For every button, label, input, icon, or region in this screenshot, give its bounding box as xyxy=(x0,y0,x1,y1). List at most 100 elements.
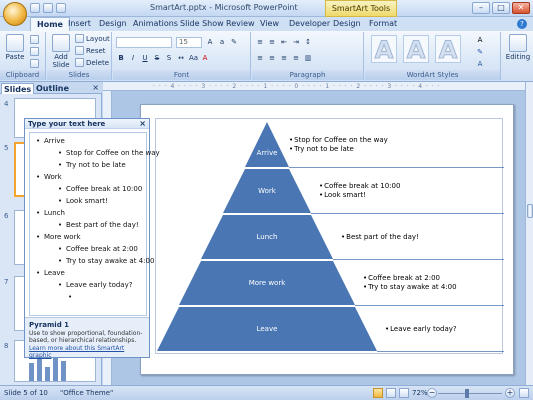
group-label-paragraph: Paragraph xyxy=(252,70,363,80)
shadow-icon[interactable]: S xyxy=(164,53,174,63)
tab-animations[interactable]: Animations xyxy=(133,17,178,31)
paste-button[interactable]: Paste xyxy=(4,34,26,61)
wordart-style-3[interactable]: A xyxy=(435,35,461,65)
font-color-icon[interactable]: A xyxy=(200,53,210,63)
slide-number: 6 xyxy=(4,212,9,220)
increase-indent-icon[interactable]: ⇥ xyxy=(291,37,301,47)
grow-font-icon[interactable]: A xyxy=(205,37,215,47)
outline-item-level2[interactable]: Try not to be late xyxy=(58,161,126,169)
outline-item-level2[interactable]: Coffee break at 2:00 xyxy=(58,245,138,253)
window-title: SmartArt.pptx - Microsoft PowerPoint xyxy=(150,3,298,12)
slide-sorter-button[interactable] xyxy=(386,388,396,398)
line-spacing-icon[interactable]: ↕ xyxy=(303,37,313,47)
scrollbar-thumb[interactable] xyxy=(527,204,533,218)
text-pane-body[interactable]: Arrive Stop for Coffee on the way Try not … xyxy=(29,132,160,316)
outline-item-level1[interactable]: More work xyxy=(36,233,80,241)
outline-item-level2[interactable]: Best part of the day! xyxy=(58,221,139,229)
editing-group: Editing xyxy=(502,32,533,80)
outline-item-level2[interactable]: Look smart! xyxy=(58,197,108,205)
maximize-button[interactable]: □ xyxy=(492,2,510,14)
slide-show-button[interactable] xyxy=(399,388,409,398)
undo-icon[interactable] xyxy=(43,3,53,13)
tab-developer[interactable]: Developer xyxy=(289,17,330,31)
outline-item-level2[interactable]: Leave early today? xyxy=(58,281,133,289)
save-icon[interactable] xyxy=(30,3,40,13)
text-effects-icon[interactable]: A xyxy=(475,59,485,69)
tab-review[interactable]: Review xyxy=(226,17,255,31)
tab-slide-show[interactable]: Slide Show xyxy=(180,17,224,31)
tab-view[interactable]: View xyxy=(260,17,279,31)
vertical-scrollbar[interactable] xyxy=(525,82,533,385)
text-outline-icon[interactable]: ✎ xyxy=(475,47,485,57)
clear-format-icon[interactable]: ✎ xyxy=(229,37,239,47)
close-button[interactable]: ✕ xyxy=(512,2,530,14)
zoom-out-button[interactable]: − xyxy=(427,388,437,398)
change-case-icon[interactable]: Aa xyxy=(188,53,198,63)
slide-number: 4 xyxy=(4,100,9,108)
text-pane-close-icon[interactable]: × xyxy=(139,119,146,129)
group-label-wordart: WordArt Styles xyxy=(365,70,500,80)
add-slide-button[interactable]: Add Slide xyxy=(49,34,73,69)
outline-item-level1[interactable]: Leave xyxy=(36,269,65,277)
tab-design[interactable]: Design xyxy=(99,17,127,31)
copy-button[interactable] xyxy=(30,47,39,56)
ribbon-tabs: Home Insert Design Animations Slide Show… xyxy=(0,17,533,32)
smartart-frame[interactable]: ArriveStop for Coffee on the wayTry not … xyxy=(155,118,504,354)
center-icon[interactable]: ≡ xyxy=(267,53,277,63)
outline-item-level1[interactable]: Lunch xyxy=(36,209,65,217)
layout-button[interactable]: Layout xyxy=(75,34,110,43)
help-icon[interactable]: ? xyxy=(517,19,527,29)
zoom-in-button[interactable]: + xyxy=(505,388,515,398)
slides-group: Add Slide Layout Reset Delete Slides xyxy=(47,32,112,80)
office-button[interactable] xyxy=(3,2,27,26)
shrink-font-icon[interactable]: a xyxy=(217,37,227,47)
format-painter-button[interactable] xyxy=(30,59,39,68)
font-name-box[interactable] xyxy=(116,37,172,48)
tab-smartart-format[interactable]: Format xyxy=(369,17,397,31)
align-right-icon[interactable]: ≡ xyxy=(279,53,289,63)
pyramid-level-shape[interactable] xyxy=(245,122,289,167)
outline-item-level2[interactable]: Try to stay awake at 4:00 xyxy=(58,257,154,265)
fit-to-window-button[interactable] xyxy=(519,388,529,398)
tab-smartart-design[interactable]: Design xyxy=(333,17,361,31)
editing-label: Editing xyxy=(505,53,531,61)
strikethrough-icon[interactable]: S xyxy=(152,53,162,63)
bold-icon[interactable]: B xyxy=(116,53,126,63)
tab-outline[interactable]: Outline xyxy=(34,83,71,94)
align-left-icon[interactable]: ≡ xyxy=(255,53,265,63)
outline-item-level1[interactable]: Work xyxy=(36,173,62,181)
justify-icon[interactable]: ≡ xyxy=(291,53,301,63)
reset-label: Reset xyxy=(86,46,106,55)
underline-icon[interactable]: U xyxy=(140,53,150,63)
columns-icon[interactable]: ▥ xyxy=(303,53,313,63)
delete-button[interactable]: Delete xyxy=(75,58,109,67)
redo-icon[interactable] xyxy=(56,3,66,13)
minimize-button[interactable]: – xyxy=(472,2,490,14)
editing-button[interactable]: Editing xyxy=(505,34,531,61)
learn-more-link[interactable]: Learn more about this SmartArt graphic xyxy=(29,345,145,359)
reset-button[interactable]: Reset xyxy=(75,46,106,55)
outline-item-level2[interactable]: Coffee break at 10:00 xyxy=(58,185,142,193)
outline-item-level1[interactable]: Arrive xyxy=(36,137,65,145)
zoom-slider-thumb[interactable] xyxy=(464,389,469,398)
wordart-style-1[interactable]: A xyxy=(371,35,397,65)
zoom-slider[interactable] xyxy=(438,393,502,394)
binoculars-icon xyxy=(509,34,527,52)
char-spacing-icon[interactable]: ↔ xyxy=(176,53,186,63)
outline-item-level2[interactable]: Stop for Coffee on the way xyxy=(58,149,160,157)
bullets-icon[interactable]: ≡ xyxy=(255,37,265,47)
tab-slides[interactable]: Slides xyxy=(1,83,35,94)
tab-home[interactable]: Home xyxy=(30,17,70,32)
text-fill-icon[interactable]: A xyxy=(475,35,485,45)
font-size-box[interactable]: 15 xyxy=(176,37,202,48)
wordart-style-2[interactable]: A xyxy=(403,35,429,65)
text-pane-title: Type your text here xyxy=(28,120,106,128)
slide-canvas[interactable]: ArriveStop for Coffee on the wayTry not … xyxy=(140,104,514,375)
normal-view-button[interactable] xyxy=(373,388,383,398)
italic-icon[interactable]: I xyxy=(128,53,138,63)
decrease-indent-icon[interactable]: ⇤ xyxy=(279,37,289,47)
pane-close-icon[interactable]: × xyxy=(92,83,99,92)
cut-button[interactable] xyxy=(30,35,39,44)
tab-insert[interactable]: Insert xyxy=(68,17,91,31)
numbering-icon[interactable]: ≡ xyxy=(267,37,277,47)
